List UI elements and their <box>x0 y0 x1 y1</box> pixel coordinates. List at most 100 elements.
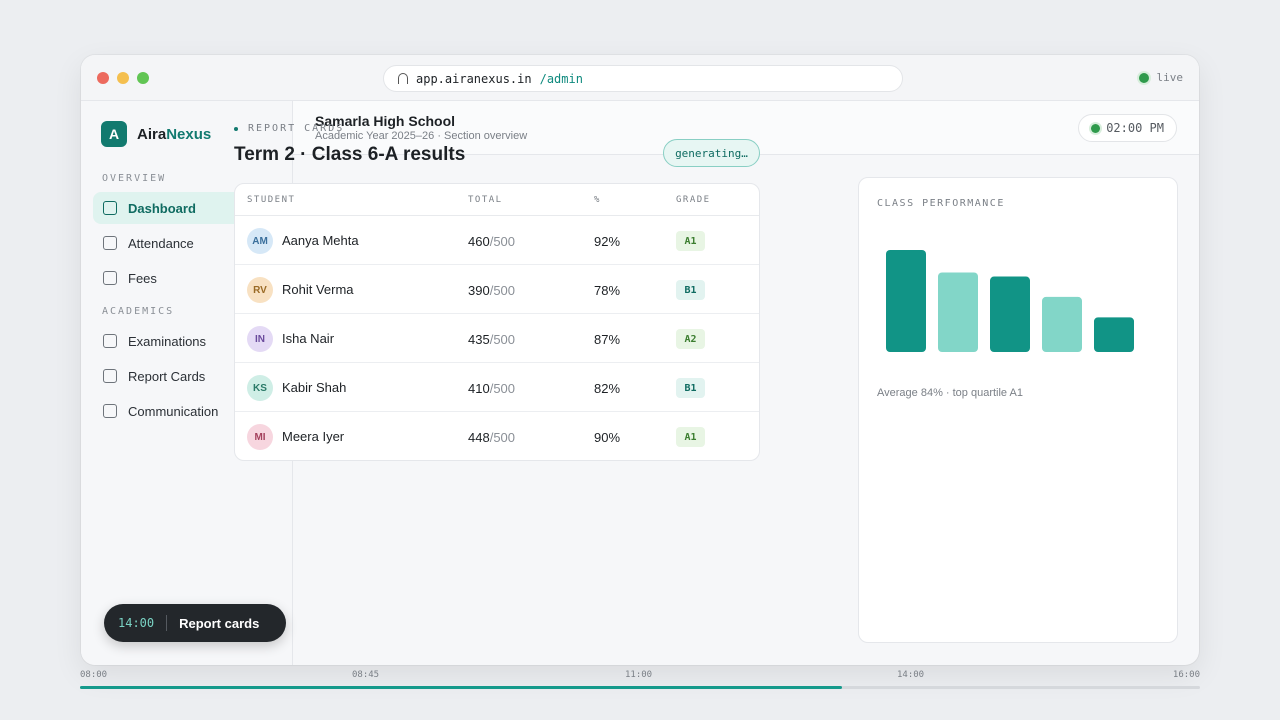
live-label: live <box>1156 71 1184 84</box>
timeline-label: 14:00 <box>897 670 925 680</box>
sidebar-item-label: Communication <box>128 403 219 419</box>
timeline-label: 08:00 <box>80 670 108 680</box>
table-row[interactable]: RV Rohit Verma 390/500 78% B1 <box>235 265 759 314</box>
close-window-button[interactable] <box>97 72 109 84</box>
avatar: AM <box>247 228 273 254</box>
toast-notification[interactable]: 14:00 Report cards <box>104 604 286 642</box>
total-max: /500 <box>489 234 516 249</box>
logo[interactable]: A AiraNexus <box>101 121 211 147</box>
live-indicator: live <box>1138 71 1184 84</box>
avatar: RV <box>247 277 273 303</box>
percent-value: 87% <box>594 332 621 347</box>
clock-dot-icon <box>1091 123 1101 133</box>
avatar: MI <box>247 424 273 450</box>
class-performance-card: CLASS PERFORMANCE Average 84% · top quar… <box>858 177 1178 643</box>
live-dot-icon <box>1138 72 1149 83</box>
total-value: 390 <box>468 283 490 298</box>
student-name: Rohit Verma <box>282 282 354 297</box>
class-performance-note: Average 84% · top quartile A1 <box>877 387 1023 399</box>
student-name: Isha Nair <box>282 331 335 346</box>
grade-badge: B1 <box>676 378 705 398</box>
logo-mark-icon: A <box>101 121 127 147</box>
total-score: 410/500 <box>468 381 515 396</box>
examinations-icon <box>103 334 117 348</box>
brand-name-prefix: Aira <box>137 125 167 143</box>
column-header-percent: % <box>594 195 601 205</box>
section-label-overview: OVERVIEW <box>102 173 167 184</box>
total-value: 448 <box>468 430 490 445</box>
toast-divider <box>166 615 168 631</box>
sidebar-item-label: Attendance <box>128 235 194 251</box>
percent-value: 82% <box>594 381 621 396</box>
timeline-label: 11:00 <box>625 670 653 680</box>
clock-badge: 02:00 PM <box>1078 114 1177 142</box>
table-row[interactable]: KS Kabir Shah 410/500 82% B1 <box>235 363 759 412</box>
address-bar[interactable]: app.airanexus.in /admin <box>383 65 903 92</box>
table-row[interactable]: IN Isha Nair 435/500 87% A2 <box>235 314 759 363</box>
eyebrow-bullet-icon <box>234 126 238 131</box>
dashboard-icon <box>103 201 117 215</box>
generating-status-badge: generating… <box>663 139 760 167</box>
total-score: 390/500 <box>468 283 515 298</box>
brand-name-accent: Nexus <box>166 125 212 143</box>
total-value: 410 <box>468 381 490 396</box>
grade-badge: A2 <box>676 329 705 349</box>
browser-titlebar: app.airanexus.in /admin live <box>81 55 1199 101</box>
student-name: Meera Iyer <box>282 429 345 444</box>
student-name: Aanya Mehta <box>282 233 359 248</box>
total-max: /500 <box>489 283 516 298</box>
total-value: 435 <box>468 332 490 347</box>
sidebar-item-label: Examinations <box>128 333 207 349</box>
class-performance-title: CLASS PERFORMANCE <box>877 198 1005 209</box>
report-cards-eyebrow: REPORT CARDS <box>234 123 344 134</box>
percent-value: 90% <box>594 430 621 445</box>
performance-bar <box>1094 317 1134 352</box>
results-table: STUDENT TOTAL % GRADE AM Aanya Mehta 460… <box>234 183 760 461</box>
column-header-total: TOTAL <box>468 195 503 205</box>
performance-bar <box>938 272 978 352</box>
class-performance-chart <box>886 250 1134 352</box>
timeline-labels: 08:00 08:45 11:00 14:00 16:00 <box>80 670 1200 682</box>
table-row[interactable]: MI Meera Iyer 448/500 90% A1 <box>235 412 759 460</box>
toast-text: Report cards <box>179 615 260 631</box>
sidebar-item-label: Report Cards <box>128 368 206 384</box>
toast-time: 14:00 <box>118 616 155 630</box>
grade-badge: A1 <box>676 231 705 251</box>
clock-time: 02:00 PM <box>1106 121 1164 135</box>
grade-badge: A1 <box>676 427 705 447</box>
url-host: app.airanexus.in <box>416 71 532 86</box>
report-cards-eyebrow-text: REPORT CARDS <box>248 123 345 134</box>
percent-value: 78% <box>594 283 621 298</box>
total-score: 448/500 <box>468 430 515 445</box>
table-header: STUDENT TOTAL % GRADE <box>235 184 759 216</box>
performance-bar <box>1042 296 1082 352</box>
total-max: /500 <box>489 332 516 347</box>
sidebar-item-label: Fees <box>128 270 157 286</box>
maximize-window-button[interactable] <box>137 72 149 84</box>
performance-bar <box>990 276 1030 352</box>
column-header-grade: GRADE <box>676 195 711 205</box>
timeline-track[interactable] <box>80 686 1200 689</box>
total-score: 435/500 <box>468 332 515 347</box>
table-row[interactable]: AM Aanya Mehta 460/500 92% A1 <box>235 216 759 265</box>
column-header-student: STUDENT <box>247 195 296 205</box>
timeline-label: 08:45 <box>352 670 380 680</box>
sidebar-item-label: Dashboard <box>128 200 196 216</box>
student-name: Kabir Shah <box>282 380 347 395</box>
timeline-label: 16:00 <box>1172 670 1200 680</box>
url-path: /admin <box>539 71 583 86</box>
report-title: Term 2 · Class 6-A results <box>234 144 466 165</box>
fees-icon <box>103 271 117 285</box>
total-max: /500 <box>489 381 516 396</box>
brand-name: AiraNexus <box>137 126 211 143</box>
timeline-progress <box>80 686 842 689</box>
page-subtitle: Academic Year 2025–26 · Section overview <box>315 130 528 142</box>
attendance-icon <box>103 236 117 250</box>
total-value: 460 <box>468 234 490 249</box>
total-max: /500 <box>489 430 516 445</box>
communication-icon <box>103 404 117 418</box>
report-cards-icon <box>103 369 117 383</box>
minimize-window-button[interactable] <box>117 72 129 84</box>
grade-badge: B1 <box>676 280 705 300</box>
avatar: IN <box>247 326 273 352</box>
